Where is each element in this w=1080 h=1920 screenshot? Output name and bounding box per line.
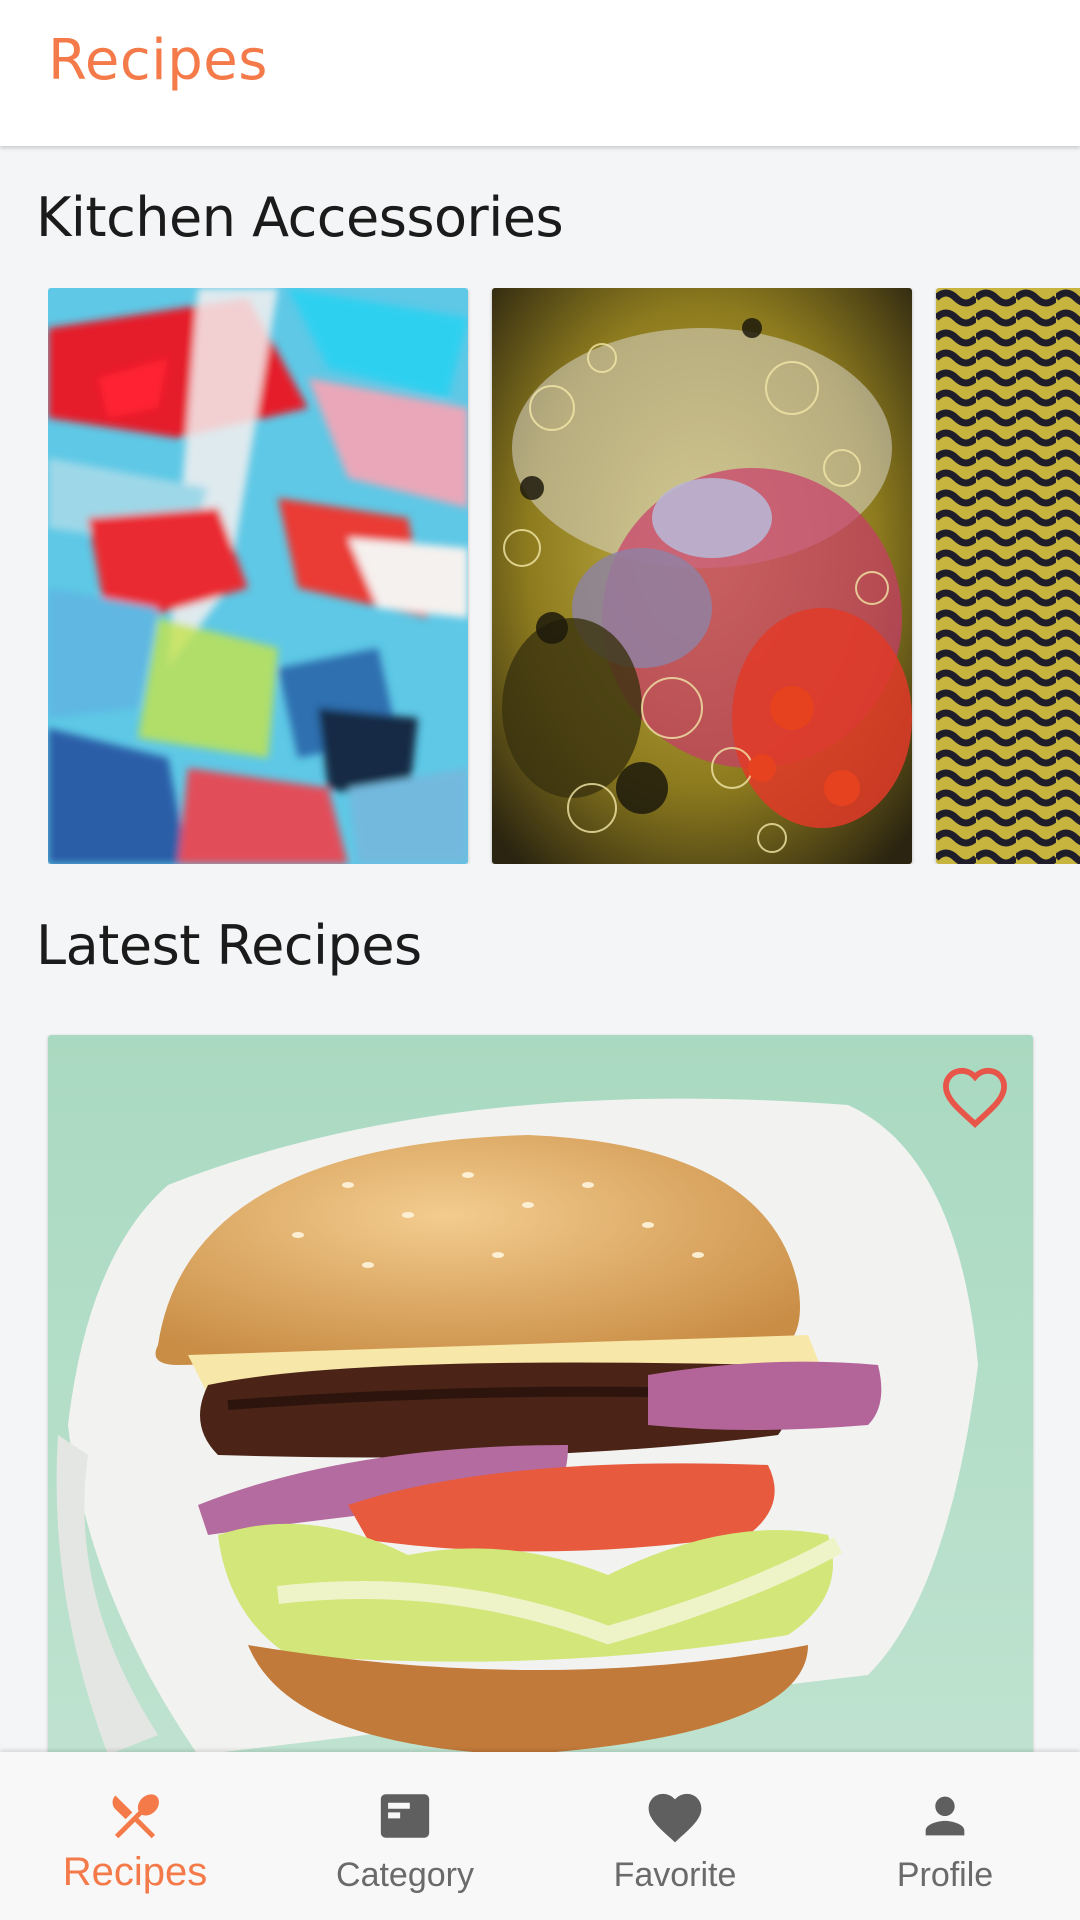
heart-icon (640, 1784, 710, 1848)
abstract-paint-image (48, 288, 468, 864)
fork-knife-icon (100, 1784, 170, 1848)
accessory-card-gold-pattern[interactable] (936, 288, 1080, 864)
burger-image (48, 1035, 1033, 1775)
nav-label-profile: Profile (896, 1856, 994, 1894)
accessory-card-oil-bubbles[interactable] (492, 288, 912, 864)
gold-pattern-image (936, 288, 1080, 864)
nav-label-recipes: Recipes (62, 1850, 208, 1894)
accessories-carousel[interactable] (48, 288, 1080, 864)
nav-label-category: Category (336, 1856, 474, 1894)
latest-recipe-card[interactable] (48, 1035, 1033, 1775)
kitchen-accessories-heading: Kitchen Accessories (36, 186, 564, 249)
bottom-navigation: Recipes Category Favorite Profile (0, 1752, 1080, 1920)
category-card-icon (370, 1784, 440, 1848)
nav-item-favorite[interactable]: Favorite (540, 1752, 810, 1920)
app-bar: Recipes (0, 0, 1080, 146)
accessory-card-abstract-paint[interactable] (48, 288, 468, 864)
heart-outline-icon (942, 1067, 1008, 1129)
favorite-button[interactable] (937, 1059, 1013, 1135)
latest-recipes-heading: Latest Recipes (36, 914, 422, 977)
nav-label-favorite: Favorite (613, 1856, 737, 1894)
nav-item-recipes[interactable]: Recipes (0, 1752, 270, 1920)
nav-item-category[interactable]: Category (270, 1752, 540, 1920)
app-title: Recipes (48, 28, 268, 93)
oil-bubbles-image (492, 288, 912, 864)
nav-item-profile[interactable]: Profile (810, 1752, 1080, 1920)
person-icon (910, 1784, 980, 1848)
